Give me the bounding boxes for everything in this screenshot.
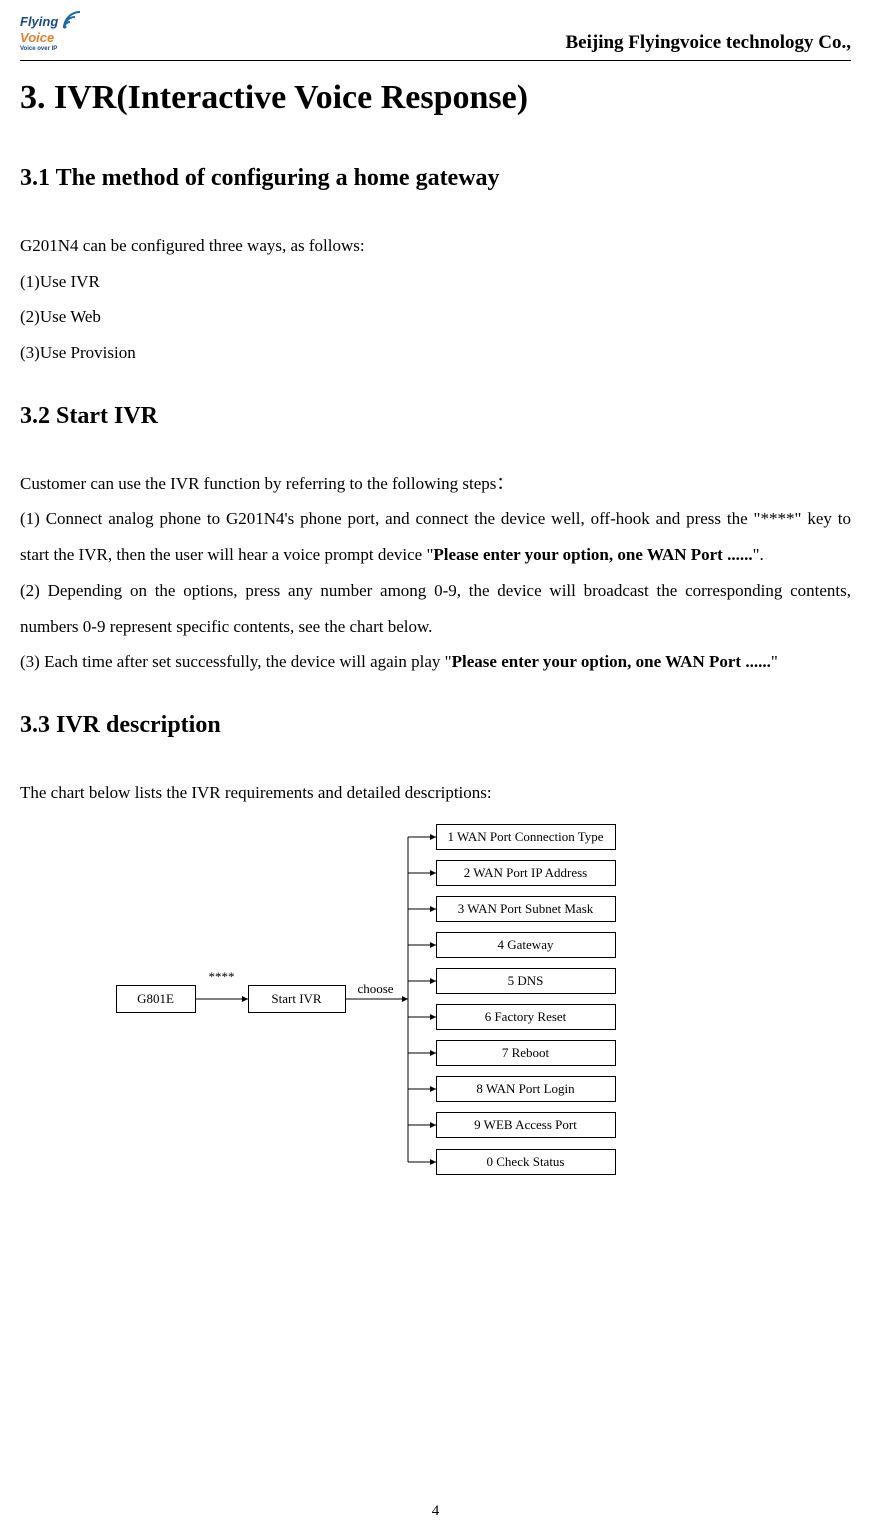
diagram-device-box: G801E xyxy=(116,985,196,1013)
section-3-2-step-1: (1) Connect analog phone to G201N4's pho… xyxy=(20,501,851,572)
diagram-option-2: 2 WAN Port IP Address xyxy=(436,860,616,886)
diagram-option-1: 1 WAN Port Connection Type xyxy=(436,824,616,850)
logo: Flying Voice Voice over IP xyxy=(20,10,80,58)
section-3-1-intro: G201N4 can be configured three ways, as … xyxy=(20,228,851,264)
section-3-2-intro: Customer can use the IVR function by ref… xyxy=(20,466,851,502)
section-3-1-item-3: (3)Use Provision xyxy=(20,335,851,371)
diagram-start-ivr-box: Start IVR xyxy=(248,985,346,1013)
diagram-option-9: 9 WEB Access Port xyxy=(436,1112,616,1138)
diagram-arrow1-label: **** xyxy=(204,969,240,985)
step3-part-b: Please enter your option, one WAN Port .… xyxy=(452,652,771,671)
logo-line1: Flying xyxy=(20,14,58,29)
diagram-option-7: 7 Reboot xyxy=(436,1040,616,1066)
diagram-option-0: 0 Check Status xyxy=(436,1149,616,1175)
page-title: 3. IVR(Interactive Voice Response) xyxy=(20,79,851,117)
logo-line2: Voice xyxy=(20,30,54,45)
diagram-option-3: 3 WAN Port Subnet Mask xyxy=(436,896,616,922)
section-3-1-item-1: (1)Use IVR xyxy=(20,264,851,300)
diagram-option-8: 8 WAN Port Login xyxy=(436,1076,616,1102)
section-3-3-heading: 3.3 IVR description xyxy=(20,712,851,739)
step3-part-a: (3) Each time after set successfully, th… xyxy=(20,652,452,671)
section-3-2-body: Customer can use the IVR function by ref… xyxy=(20,466,851,680)
signal-wave-icon xyxy=(62,10,82,30)
diagram-option-5: 5 DNS xyxy=(436,968,616,994)
page-header: Flying Voice Voice over IP Beijing Flyin… xyxy=(20,10,851,61)
section-3-2-step-2: (2) Depending on the options, press any … xyxy=(20,573,851,644)
company-name: Beijing Flyingvoice technology Co., xyxy=(565,32,851,58)
section-3-3-body: The chart below lists the IVR requiremen… xyxy=(20,775,851,811)
step3-part-c: " xyxy=(771,652,778,671)
step1-part-b: Please enter your option, one WAN Port .… xyxy=(433,545,752,564)
section-3-2-heading: 3.2 Start IVR xyxy=(20,403,851,430)
section-3-3-intro: The chart below lists the IVR requiremen… xyxy=(20,775,851,811)
section-3-1-body: G201N4 can be configured three ways, as … xyxy=(20,228,851,371)
logo-tagline: Voice over IP xyxy=(20,46,57,52)
section-3-1-heading: 3.1 The method of configuring a home gat… xyxy=(20,165,851,192)
ivr-flow-diagram: G801E **** Start IVR choose 1 WAN Port C… xyxy=(116,819,756,1189)
page-number: 4 xyxy=(0,1503,871,1520)
diagram-option-4: 4 Gateway xyxy=(436,932,616,958)
step1-part-c: ". xyxy=(753,545,764,564)
section-3-2: 3.2 Start IVR Customer can use the IVR f… xyxy=(20,403,851,680)
section-3-3: 3.3 IVR description The chart below list… xyxy=(20,712,851,1189)
diagram-arrow2-label: choose xyxy=(351,981,401,997)
section-3-1: 3.1 The method of configuring a home gat… xyxy=(20,165,851,371)
diagram-option-6: 6 Factory Reset xyxy=(436,1004,616,1030)
section-3-1-item-2: (2)Use Web xyxy=(20,299,851,335)
section-3-2-step-3: (3) Each time after set successfully, th… xyxy=(20,644,851,680)
